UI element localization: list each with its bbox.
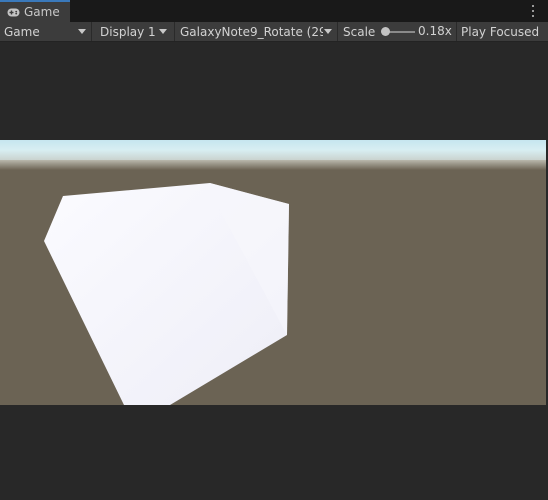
sky	[0, 140, 546, 160]
tab-label: Game	[24, 5, 60, 19]
scale-control: Scale 0.18x	[338, 22, 456, 41]
gamepad-icon	[7, 8, 20, 16]
scale-value: 0.18x	[418, 24, 452, 38]
game-toolbar: Game Display 1 GalaxyNote9_Rotate (296 S…	[0, 22, 548, 42]
resolution-dropdown-label: GalaxyNote9_Rotate (296	[180, 24, 323, 39]
chevron-down-icon	[324, 29, 332, 34]
chevron-down-icon	[78, 29, 86, 34]
scale-label: Scale	[343, 24, 376, 39]
mode-dropdown[interactable]: Game	[0, 22, 91, 41]
tab-game[interactable]: Game	[0, 0, 70, 22]
tab-strip: Game	[0, 0, 548, 22]
display-dropdown[interactable]: Display 1	[92, 22, 174, 41]
chevron-down-icon	[159, 29, 167, 34]
scale-slider-thumb[interactable]	[381, 27, 391, 36]
play-mode-label: Play Focused	[461, 24, 540, 39]
play-mode-dropdown[interactable]: Play Focused	[457, 22, 548, 41]
game-render	[0, 140, 546, 405]
horizon-haze	[0, 160, 546, 170]
resolution-dropdown[interactable]: GalaxyNote9_Rotate (296	[175, 22, 336, 41]
kebab-menu-icon[interactable]	[531, 5, 535, 17]
display-dropdown-label: Display 1	[100, 24, 156, 39]
game-viewport[interactable]	[0, 42, 548, 500]
game-view-window: Game Game Display 1 GalaxyNote9_Rotate (…	[0, 0, 548, 500]
mode-dropdown-label: Game	[4, 24, 40, 39]
